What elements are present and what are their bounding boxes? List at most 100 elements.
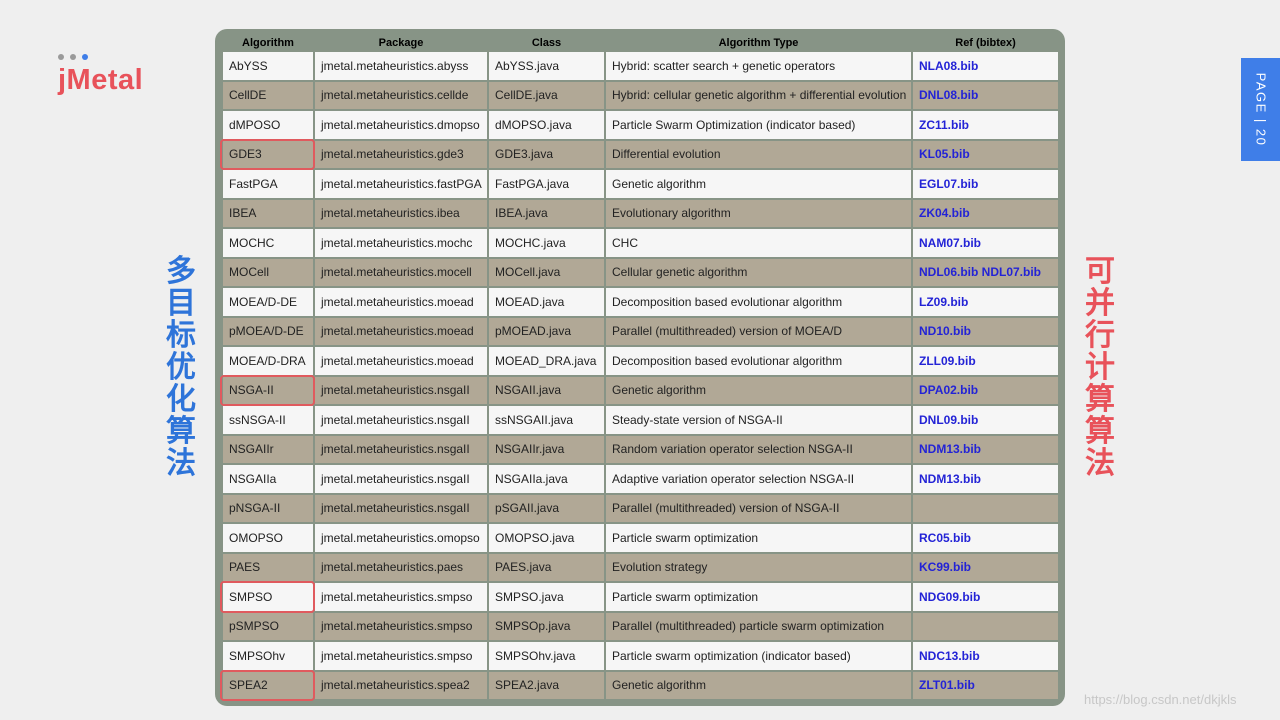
cell-ref[interactable]: NAM07.bib bbox=[913, 229, 1058, 257]
cell-algorithm-type: Particle swarm optimization (indicator b… bbox=[606, 642, 911, 670]
cell-ref[interactable]: NDL06.bib NDL07.bib bbox=[913, 258, 1058, 286]
cell-ref[interactable] bbox=[913, 612, 1058, 640]
table-header-row: Algorithm Package Class Algorithm Type R… bbox=[223, 37, 1058, 50]
cell-package: jmetal.metaheuristics.nsgaII bbox=[315, 406, 487, 434]
cell-ref[interactable]: KL05.bib bbox=[913, 140, 1058, 168]
cell-ref[interactable]: NDC13.bib bbox=[913, 642, 1058, 670]
cell-ref[interactable]: KC99.bib bbox=[913, 553, 1058, 581]
cell-ref[interactable]: NDG09.bib bbox=[913, 583, 1058, 611]
cell-package: jmetal.metaheuristics.omopso bbox=[315, 524, 487, 552]
cell-algorithm-type: Genetic algorithm bbox=[606, 170, 911, 198]
cell-algorithm: MOEA/D-DRA bbox=[223, 347, 313, 375]
cell-class: PAES.java bbox=[489, 553, 604, 581]
cell-ref[interactable]: NLA08.bib bbox=[913, 52, 1058, 80]
cell-ref[interactable]: EGL07.bib bbox=[913, 170, 1058, 198]
table-row: IBEA jmetal.metaheuristics.ibea IBEA.java E… bbox=[223, 199, 1058, 227]
vertical-title-char: 计 bbox=[1085, 350, 1115, 385]
table-row: AbYSS jmetal.metaheuristics.abyss AbYSS.ja… bbox=[223, 52, 1058, 80]
cell-ref[interactable]: DNL08.bib bbox=[913, 81, 1058, 109]
cell-algorithm: NSGAIIr bbox=[223, 435, 313, 463]
cell-class: SPEA2.java bbox=[489, 671, 604, 699]
column-header-algorithm-type: Algorithm Type bbox=[718, 37, 799, 49]
cell-class: MOCHC.java bbox=[489, 229, 604, 257]
cell-algorithm: NSGAIIa bbox=[223, 465, 313, 493]
highlight-box bbox=[220, 374, 315, 406]
page-number-tab: PAGE | 20 bbox=[1241, 58, 1280, 161]
cell-algorithm: MOCell bbox=[223, 258, 313, 286]
cell-package: jmetal.metaheuristics.moead bbox=[315, 317, 487, 345]
cell-package: jmetal.metaheuristics.smpso bbox=[315, 612, 487, 640]
table-row: pNSGA-II jmetal.metaheuristics.nsgaII pSGA… bbox=[223, 494, 1058, 522]
column-header-package: Package bbox=[378, 37, 424, 49]
cell-ref[interactable]: RC05.bib bbox=[913, 524, 1058, 552]
cell-class: MOEAD.java bbox=[489, 288, 604, 316]
cell-class: ssNSGAII.java bbox=[489, 406, 604, 434]
cell-class: GDE3.java bbox=[489, 140, 604, 168]
cell-algorithm-type: Genetic algorithm bbox=[606, 671, 911, 699]
cell-ref[interactable]: NDM13.bib bbox=[913, 435, 1058, 463]
table-row: MOEA/D-DE jmetal.metaheuristics.moead MOEA… bbox=[223, 288, 1058, 316]
cell-algorithm-type: Steady-state version of NSGA-II bbox=[606, 406, 911, 434]
cell-package: jmetal.metaheuristics.abyss bbox=[315, 52, 487, 80]
cell-algorithm-type: Evolution strategy bbox=[606, 553, 911, 581]
table-row: OMOPSO jmetal.metaheuristics.omopso OMOPSO… bbox=[223, 524, 1058, 552]
cell-algorithm-type: Parallel (multithreaded) particle swarm … bbox=[606, 612, 911, 640]
cell-class: SMPSOhv.java bbox=[489, 642, 604, 670]
cell-class: pSGAII.java bbox=[489, 494, 604, 522]
cell-class: FastPGA.java bbox=[489, 170, 604, 198]
cell-package: jmetal.metaheuristics.fastPGA bbox=[315, 170, 487, 198]
cell-algorithm-type: Parallel (multithreaded) version of MOEA… bbox=[606, 317, 911, 345]
cell-class: MOEAD_DRA.java bbox=[489, 347, 604, 375]
table-row: MOCell jmetal.metaheuristics.mocell MOCell… bbox=[223, 258, 1058, 286]
cell-ref[interactable]: ZK04.bib bbox=[913, 199, 1058, 227]
cell-algorithm-type: Random variation operator selection NSGA… bbox=[606, 435, 911, 463]
table-row: pMOEA/D-DE jmetal.metaheuristics.moead pMO… bbox=[223, 317, 1058, 345]
vertical-title-char: 标 bbox=[166, 318, 196, 353]
cell-class: NSGAIIr.java bbox=[489, 435, 604, 463]
cell-package: jmetal.metaheuristics.paes bbox=[315, 553, 487, 581]
highlight-box bbox=[220, 581, 315, 613]
vertical-title-char: 法 bbox=[1085, 446, 1115, 481]
cell-algorithm: AbYSS bbox=[223, 52, 313, 80]
table-row: MOCHC jmetal.metaheuristics.mochc MOCHC.ja… bbox=[223, 229, 1058, 257]
cell-algorithm: MOEA/D-DE bbox=[223, 288, 313, 316]
cell-ref[interactable]: ZLL09.bib bbox=[913, 347, 1058, 375]
cell-ref[interactable]: ND10.bib bbox=[913, 317, 1058, 345]
cell-package: jmetal.metaheuristics.smpso bbox=[315, 642, 487, 670]
table-row: SPEA2 jmetal.metaheuristics.spea2 SPEA2.ja… bbox=[223, 671, 1058, 699]
highlight-box bbox=[220, 669, 315, 701]
cell-algorithm-type: Decomposition based evolutionar algorith… bbox=[606, 347, 911, 375]
cell-ref[interactable] bbox=[913, 494, 1058, 522]
logo-dot bbox=[70, 54, 76, 60]
vertical-title-char: 可 bbox=[1085, 254, 1115, 289]
cell-algorithm: MOCHC bbox=[223, 229, 313, 257]
cell-algorithm: pMOEA/D-DE bbox=[223, 317, 313, 345]
cell-package: jmetal.metaheuristics.mochc bbox=[315, 229, 487, 257]
vertical-title-char: 法 bbox=[166, 446, 196, 481]
cell-class: SMPSOp.java bbox=[489, 612, 604, 640]
cell-ref[interactable]: LZ09.bib bbox=[913, 288, 1058, 316]
left-vertical-title: 多目标优化算法 bbox=[161, 257, 201, 481]
vertical-title-char: 算 bbox=[166, 414, 196, 449]
table-row: NSGAIIa jmetal.metaheuristics.nsgaII NSGAI… bbox=[223, 465, 1058, 493]
cell-package: jmetal.metaheuristics.nsgaII bbox=[315, 376, 487, 404]
cell-class: NSGAII.java bbox=[489, 376, 604, 404]
watermark-url: https://blog.csdn.net/dkjkls bbox=[1084, 692, 1237, 707]
column-header-algorithm: Algorithm bbox=[242, 37, 294, 49]
cell-algorithm-type: Parallel (multithreaded) version of NSGA… bbox=[606, 494, 911, 522]
cell-algorithm: CellDE bbox=[223, 81, 313, 109]
cell-algorithm: OMOPSO bbox=[223, 524, 313, 552]
cell-ref[interactable]: ZC11.bib bbox=[913, 111, 1058, 139]
cell-ref[interactable]: DNL09.bib bbox=[913, 406, 1058, 434]
table-row: MOEA/D-DRA jmetal.metaheuristics.moead MOE… bbox=[223, 347, 1058, 375]
cell-ref[interactable]: DPA02.bib bbox=[913, 376, 1058, 404]
cell-package: jmetal.metaheuristics.spea2 bbox=[315, 671, 487, 699]
page-number-label: PAGE | 20 bbox=[1253, 72, 1269, 147]
cell-package: jmetal.metaheuristics.nsgaII bbox=[315, 494, 487, 522]
cell-algorithm-type: Particle Swarm Optimization (indicator b… bbox=[606, 111, 911, 139]
cell-ref[interactable]: ZLT01.bib bbox=[913, 671, 1058, 699]
cell-ref[interactable]: NDM13.bib bbox=[913, 465, 1058, 493]
cell-algorithm-type: Adaptive variation operator selection NS… bbox=[606, 465, 911, 493]
cell-algorithm-type: Particle swarm optimization bbox=[606, 583, 911, 611]
cell-package: jmetal.metaheuristics.ibea bbox=[315, 199, 487, 227]
